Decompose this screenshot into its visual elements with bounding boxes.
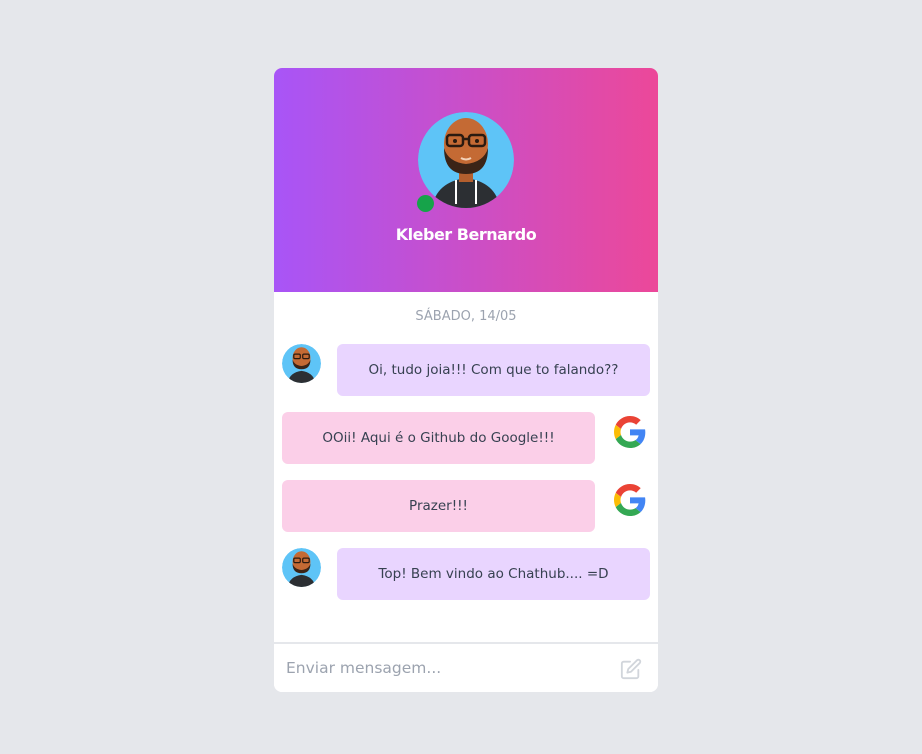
chat-header: Kleber Bernardo [274, 68, 658, 292]
date-separator: SÁBADO, 14/05 [415, 309, 517, 324]
message-bubble-outgoing: OOii! Aqui é o Github do Google!!! [282, 412, 595, 464]
chat-card: Kleber Bernardo SÁBADO, 14/05 Oi, tudo j… [274, 68, 658, 692]
google-icon [614, 416, 646, 448]
message-bubble-outgoing: Prazer!!! [282, 480, 595, 532]
online-status-dot [417, 195, 434, 212]
message-composer [274, 642, 658, 692]
message-bubble-incoming: Top! Bem vindo ao Chathub.... =D [337, 548, 650, 600]
message-bubble-incoming: Oi, tudo joia!!! Com que to falando?? [337, 344, 650, 396]
avatar-icon [418, 112, 514, 208]
contact-avatar[interactable] [418, 112, 514, 208]
message-avatar[interactable] [282, 548, 321, 587]
edit-icon[interactable] [620, 658, 642, 680]
contact-name: Kleber Bernardo [395, 225, 537, 244]
google-icon [614, 484, 646, 516]
message-avatar[interactable] [282, 344, 321, 383]
message-input[interactable] [286, 653, 606, 683]
avatar-icon [282, 344, 321, 383]
avatar-icon [282, 548, 321, 587]
